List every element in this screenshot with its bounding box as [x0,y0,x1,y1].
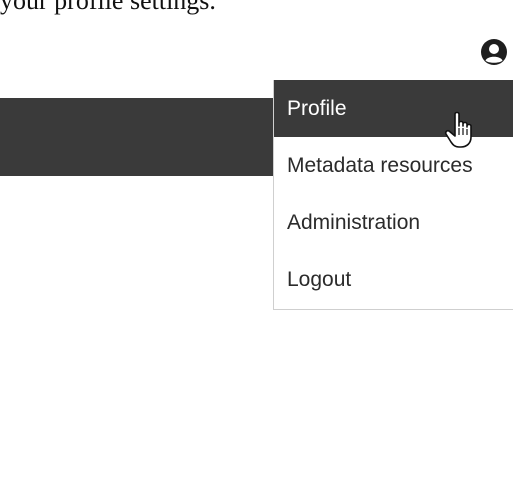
menu-item-label: Metadata resources [287,153,473,177]
navigation-bar [0,98,274,176]
menu-item-label: Profile [287,96,347,120]
user-dropdown-menu: Profile Metadata resources Administratio… [273,80,513,310]
menu-item-label: Logout [287,267,352,291]
menu-item-label: Administration [287,210,421,234]
menu-item-administration[interactable]: Administration [274,194,513,251]
user-circle-icon[interactable] [480,38,508,66]
menu-item-metadata-resources[interactable]: Metadata resources [274,137,513,194]
menu-item-profile[interactable]: Profile [274,80,513,137]
intro-text: your profile settings. [0,0,216,15]
menu-item-logout[interactable]: Logout [274,251,513,308]
